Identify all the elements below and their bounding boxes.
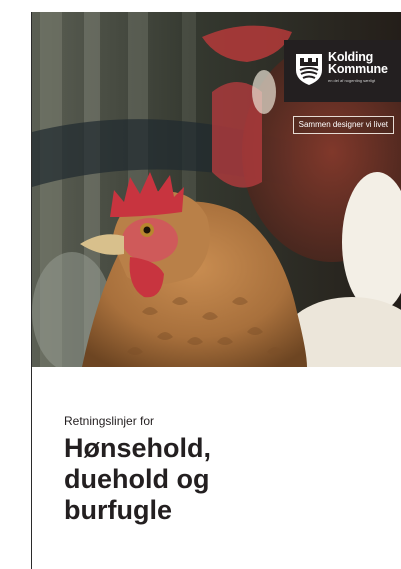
brochure-cover: Kolding Kommune en del af nogenting særl… <box>31 12 401 569</box>
cover-lead: Retningslinjer for <box>64 414 155 428</box>
logo-tagline: en del af nogenting særligt <box>328 78 376 83</box>
logo-wordmark: Kolding Kommune <box>328 51 388 76</box>
kolding-kommune-logo[interactable]: Kolding Kommune en del af nogenting særl… <box>284 40 401 102</box>
slogan-label: Sammen designer vi livet <box>292 116 394 134</box>
cover-title: Hønsehold, duehold og burfugle <box>64 433 364 526</box>
hen-photo: Kolding Kommune en del af nogenting særl… <box>32 12 401 367</box>
coat-of-arms-icon <box>296 54 322 85</box>
title-line-3: burfugle <box>64 495 172 525</box>
logo-name-line2: Kommune <box>328 62 388 76</box>
title-line-1: Hønsehold, <box>64 433 211 463</box>
title-line-2: duehold og <box>64 464 210 494</box>
